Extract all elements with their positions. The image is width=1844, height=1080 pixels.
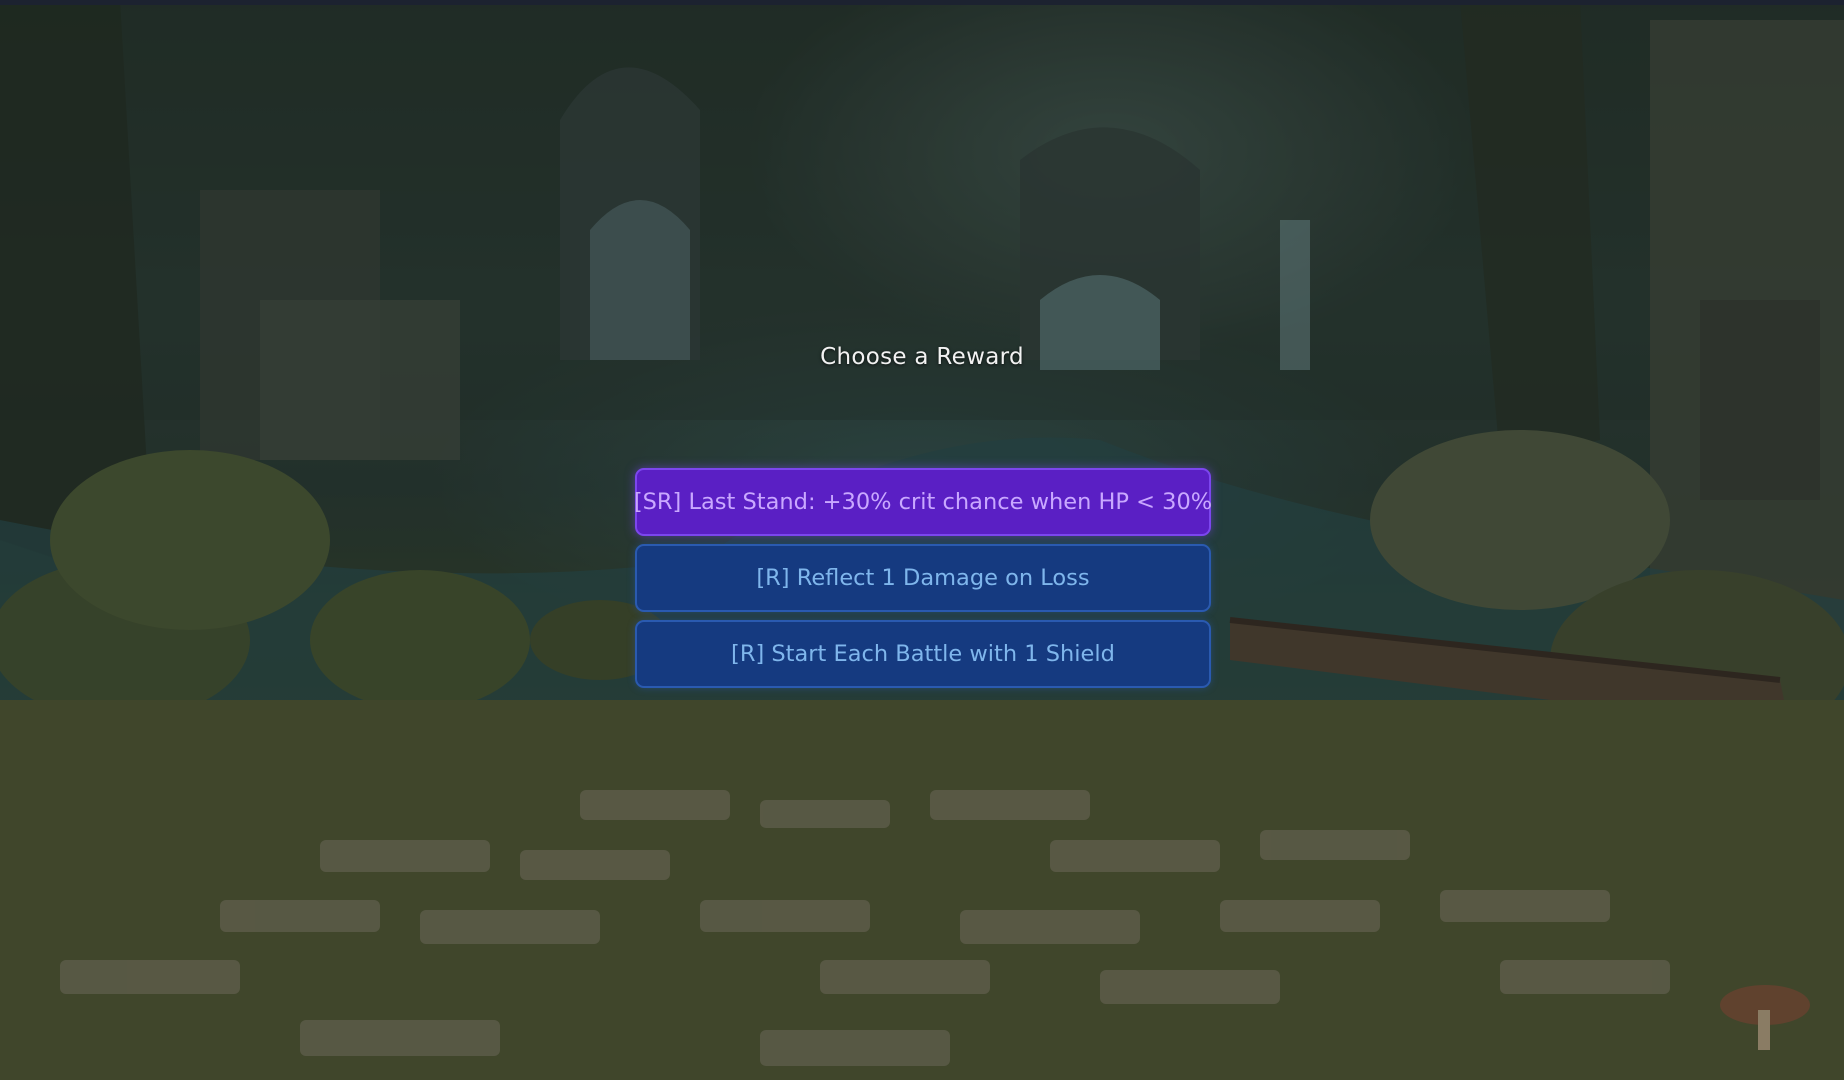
reward-choice-list: [SR] Last Stand: +30% crit chance when H… [634,468,1212,688]
reward-option-reflect-damage[interactable]: [R] Reflect 1 Damage on Loss [635,544,1211,612]
game-scene: Choose a Reward [SR] Last Stand: +30% cr… [0,0,1844,1080]
reward-option-start-shield[interactable]: [R] Start Each Battle with 1 Shield [635,620,1211,688]
reward-option-last-stand[interactable]: [SR] Last Stand: +30% crit chance when H… [634,468,1212,536]
reward-title: Choose a Reward [820,344,1024,370]
top-bar [0,0,1844,5]
